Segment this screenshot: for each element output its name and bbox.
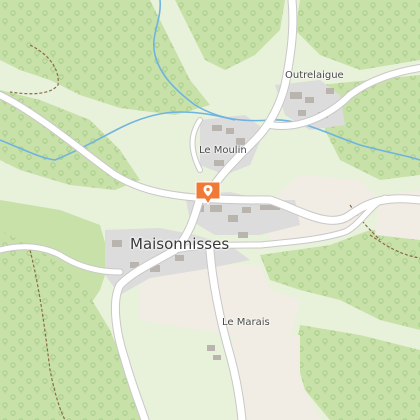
place-label-maisonnisses: Maisonnisses (130, 235, 230, 253)
place-label-outrelaigue: Outrelaigue (285, 70, 344, 81)
place-label-le-marais: Le Marais (222, 317, 270, 328)
place-label-le-moulin: Le Moulin (199, 145, 247, 156)
location-marker[interactable] (195, 181, 221, 205)
map-view[interactable]: Outrelaigue Le Moulin Maisonnisses Le Ma… (0, 0, 420, 420)
map-canvas[interactable] (0, 0, 420, 420)
location-pin-icon (195, 181, 221, 205)
